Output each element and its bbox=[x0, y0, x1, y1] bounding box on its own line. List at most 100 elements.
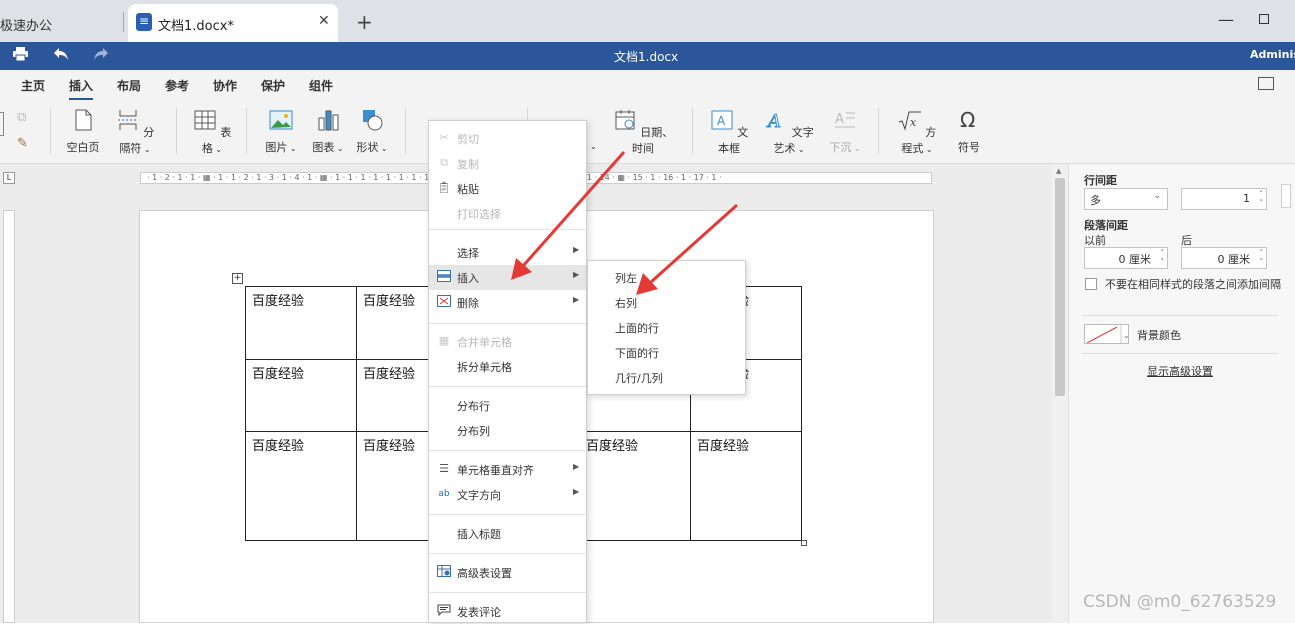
symbol-label: 符号 bbox=[958, 141, 980, 154]
show-advanced-settings-link[interactable]: 显示高级设置 bbox=[1147, 363, 1213, 379]
document-icon: ≡ bbox=[136, 13, 152, 31]
tab-references[interactable]: 参考 bbox=[165, 77, 189, 94]
submenu-item-rows-cols[interactable]: 几行/几列 bbox=[588, 365, 745, 390]
menu-item-paste[interactable]: 📋︎ 粘贴 bbox=[429, 176, 586, 201]
table-cell[interactable]: 百度经验 bbox=[245, 359, 357, 432]
ribbon-separator bbox=[50, 108, 51, 154]
print-icon[interactable] bbox=[13, 47, 28, 65]
menu-item-advanced-table[interactable]: 高级表设置 bbox=[429, 560, 586, 585]
scrollbar-thumb[interactable] bbox=[1055, 178, 1065, 396]
menu-item-distribute-rows-label: 分布行 bbox=[457, 400, 490, 413]
table-cell[interactable]: 百度经验 bbox=[579, 431, 691, 541]
panel-scroll-thumb[interactable] bbox=[1281, 184, 1291, 208]
svg-text:A: A bbox=[717, 114, 726, 128]
omega-icon: Ω bbox=[960, 108, 975, 132]
line-spacing-value: 1 bbox=[1243, 192, 1250, 205]
menu-item-split-cells[interactable]: 拆分单元格 bbox=[429, 354, 586, 379]
spinner-arrows-icon[interactable]: ˄ ˅ bbox=[1161, 249, 1165, 267]
table-cell[interactable]: 百度经验 bbox=[245, 286, 357, 360]
spacing-before-label: 以前 bbox=[1084, 234, 1106, 247]
tab-collaboration[interactable]: 协作 bbox=[213, 77, 237, 94]
ribbon-separator bbox=[405, 108, 406, 154]
paste-icon: 📋︎ bbox=[437, 181, 451, 194]
menu-item-insert[interactable]: 插入 ▶ bbox=[429, 265, 586, 290]
tab-protection[interactable]: 保护 bbox=[261, 77, 285, 94]
maximize-window-button[interactable] bbox=[1259, 14, 1269, 24]
table-move-handle-icon[interactable]: + bbox=[232, 273, 243, 284]
table-cell[interactable]: 百度经验 bbox=[245, 431, 357, 541]
submenu-item-col-left[interactable]: 列左 bbox=[588, 265, 745, 290]
menu-item-delete[interactable]: 删除 ▶ bbox=[429, 290, 586, 315]
format-painter-icon[interactable]: ✎ bbox=[17, 136, 28, 151]
datetime-button[interactable]: 日期、时间 bbox=[612, 108, 674, 156]
background-color-picker[interactable]: ⌄ bbox=[1084, 324, 1129, 344]
table-resize-handle[interactable] bbox=[801, 540, 807, 546]
menu-item-print-selection-label: 打印选择 bbox=[457, 208, 501, 221]
scroll-up-arrow-icon[interactable]: ▲ bbox=[1056, 167, 1061, 175]
new-tab-button[interactable]: + bbox=[356, 10, 373, 34]
textbox-button[interactable]: A 文本框 bbox=[709, 108, 749, 156]
spacing-after-input[interactable]: 0 厘米 ˄ ˅ bbox=[1181, 247, 1267, 269]
vertical-scrollbar[interactable]: ▲ bbox=[1052, 164, 1068, 623]
line-spacing-label: 行间距 bbox=[1084, 174, 1117, 187]
menu-item-select-label: 选择 bbox=[457, 247, 479, 260]
context-menu: ✂ 剪切 ⧉ 复制 📋︎ 粘贴 打印选择 选择 ▶ 插入 ▶ 删除 ▶ ▦ 合并… bbox=[428, 120, 587, 623]
dropdown-caret-icon[interactable]: ⌄ bbox=[590, 142, 597, 151]
copy-icon: ⧉ bbox=[440, 156, 448, 169]
image-label: 图片 bbox=[265, 141, 288, 154]
tab-components[interactable]: 组件 bbox=[309, 77, 333, 94]
panel-divider bbox=[1082, 315, 1278, 316]
user-name[interactable]: Administ bbox=[1250, 48, 1295, 61]
chevron-down-icon: ⌄ bbox=[1153, 191, 1161, 201]
tab-active-label: 文档1.docx* bbox=[158, 19, 234, 34]
tab-active[interactable]: ≡ 文档1.docx* ✕ bbox=[128, 4, 338, 42]
menu-item-add-comment[interactable]: 发表评论 bbox=[429, 599, 586, 624]
symbol-button[interactable]: Ω 符号 bbox=[953, 108, 985, 155]
spinner-arrows-icon[interactable]: ˄ ˅ bbox=[1260, 249, 1264, 267]
equation-button[interactable]: x 方程式 ⌄ bbox=[895, 108, 939, 156]
menu-item-distribute-cols-label: 分布列 bbox=[457, 425, 490, 438]
insert-submenu: 列左 右列 上面的行 下面的行 几行/几列 bbox=[587, 260, 746, 395]
tab-stop-selector[interactable]: L bbox=[3, 172, 15, 184]
menu-item-insert-caption[interactable]: 插入标题 bbox=[429, 521, 586, 546]
submenu-item-col-right[interactable]: 右列 bbox=[588, 290, 745, 315]
menu-item-vertical-align[interactable]: ☰ 单元格垂直对齐 ▶ bbox=[429, 457, 586, 482]
menu-item-print-selection: 打印选择 bbox=[429, 201, 586, 226]
blank-page-button[interactable]: 空白页 bbox=[64, 108, 102, 155]
submenu-item-row-above[interactable]: 上面的行 bbox=[588, 315, 745, 340]
minimize-window-button[interactable]: — bbox=[1218, 10, 1234, 29]
page-break-icon bbox=[117, 110, 138, 130]
spacing-before-input[interactable]: 0 厘米 ˄ ˅ bbox=[1084, 247, 1168, 269]
tab-layout[interactable]: 布局 bbox=[117, 77, 141, 94]
chevron-right-icon: ▶ bbox=[573, 270, 580, 279]
page-break-button[interactable]: 分隔符 ⌄ bbox=[113, 108, 157, 156]
undo-icon[interactable] bbox=[53, 47, 69, 65]
menu-item-select[interactable]: 选择 ▶ bbox=[429, 240, 586, 265]
watermark-text: CSDN @m0_62763529 bbox=[1083, 592, 1277, 612]
tab-inactive[interactable]: 极速办公 bbox=[0, 0, 120, 42]
tab-home[interactable]: 主页 bbox=[21, 77, 45, 94]
chevron-right-icon: ▶ bbox=[573, 245, 580, 254]
no-space-checkbox[interactable] bbox=[1085, 278, 1097, 290]
menu-item-distribute-rows[interactable]: 分布行 bbox=[429, 393, 586, 418]
chart-button[interactable]: 图表 ⌄ bbox=[309, 108, 347, 155]
clipboard-edge-icon bbox=[0, 112, 4, 136]
close-tab-icon[interactable]: ✕ bbox=[318, 13, 330, 29]
table-button[interactable]: 表格 ⌄ bbox=[192, 108, 232, 156]
wordart-button[interactable]: A 文字艺术 ⌄ bbox=[759, 108, 819, 156]
line-spacing-type-select[interactable]: 多 ⌄ bbox=[1084, 188, 1168, 210]
menu-item-distribute-cols[interactable]: 分布列 bbox=[429, 418, 586, 443]
menu-item-copy: ⧉ 复制 bbox=[429, 151, 586, 176]
spacing-after-label: 后 bbox=[1181, 234, 1192, 247]
image-button[interactable]: 图片 ⌄ bbox=[262, 108, 300, 155]
line-spacing-value-input[interactable]: 1 ˄ ˅ bbox=[1181, 188, 1267, 210]
redo-icon[interactable] bbox=[93, 47, 109, 65]
submenu-item-row-below[interactable]: 下面的行 bbox=[588, 340, 745, 365]
table-cell[interactable]: 百度经验 bbox=[690, 431, 802, 541]
shape-button[interactable]: 形状 ⌄ bbox=[353, 108, 391, 155]
menu-item-text-direction[interactable]: ab 文字方向 ▶ bbox=[429, 482, 586, 507]
vertical-ruler[interactable] bbox=[3, 210, 15, 623]
spinner-arrows-icon[interactable]: ˄ ˅ bbox=[1260, 190, 1264, 208]
exit-icon[interactable] bbox=[1258, 77, 1274, 90]
tab-insert[interactable]: 插入 bbox=[69, 77, 94, 100]
